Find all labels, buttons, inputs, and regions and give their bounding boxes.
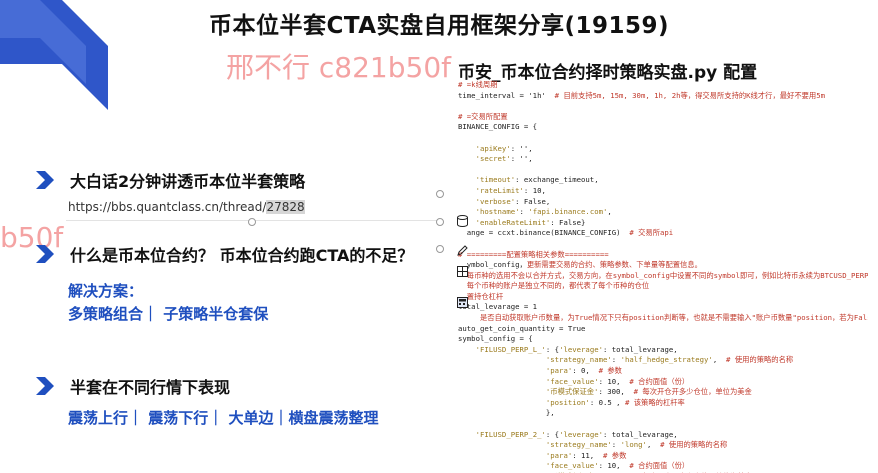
resize-handle[interactable] [248,218,256,226]
resize-handle[interactable] [436,245,444,253]
resize-handle[interactable] [436,190,444,198]
section-market-performance: 半套在不同行情下表现 [34,374,230,398]
chevron-right-icon [36,171,54,189]
solution-text: 多策略组合｜ 子策略半仓套保 [68,305,269,323]
resize-handle[interactable] [436,218,444,226]
section-title: 什么是币本位合约？ 币本位合约跑CTA的不足？ [70,246,414,265]
solution-label: 解决方案： [68,282,144,300]
code-block: # =k线周期 time_interval = '1h' # 目前支持5m, 1… [458,80,868,473]
section-title: 大白话2分钟讲透币本位半套策略 [70,172,306,191]
thread-link-id: 27828 [266,200,305,214]
watermark: 邢不行 c821b50f [226,51,451,84]
section-strategy-explainer: 大白话2分钟讲透币本位半套策略 [34,168,305,192]
slide-title: 币本位半套CTA实盘自用框架分享(19159) [208,13,670,39]
thread-link-prefix: https://bbs.quantclass.cn/thread/ [68,200,267,214]
grid-icon [457,266,468,277]
database-icon [457,215,468,227]
thread-link[interactable]: https://bbs.quantclass.cn/thread/27828 [68,200,305,214]
section-title: 半套在不同行情下表现 [70,378,231,397]
section-coin-margined: 什么是币本位合约？ 币本位合约跑CTA的不足？ [34,242,413,266]
chevron-right-icon [36,377,54,395]
market-conditions: 震荡上行｜ 震荡下行｜ 大单边｜横盘震荡整理 [68,409,379,427]
pencil-icon [457,245,468,256]
calculator-icon [457,297,468,308]
chevron-right-icon [36,245,54,263]
